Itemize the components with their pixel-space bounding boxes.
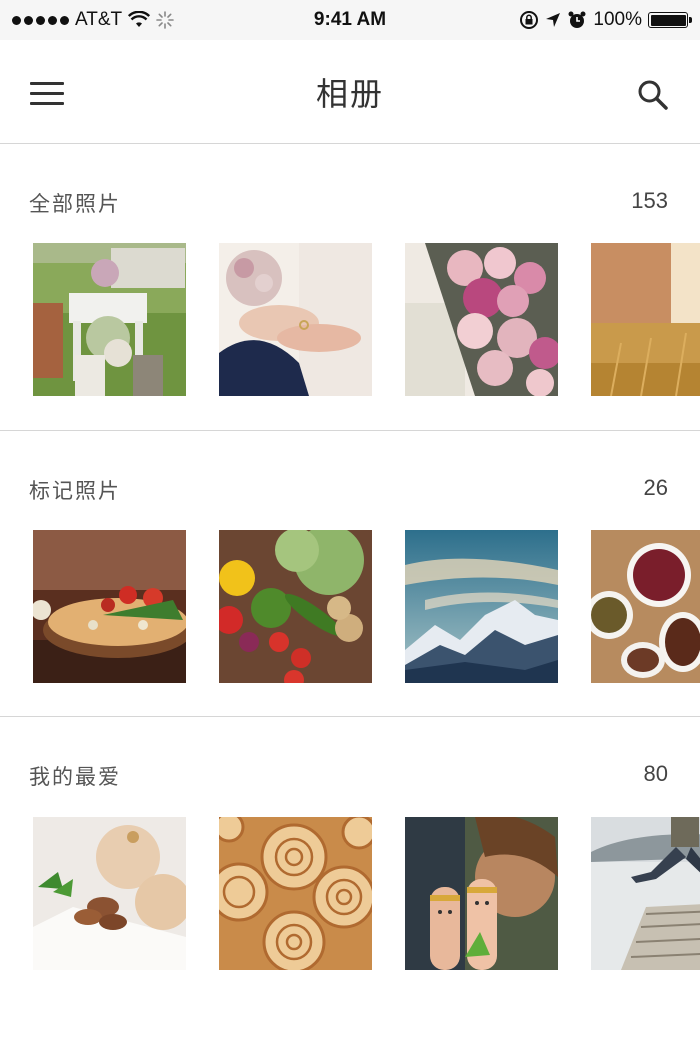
- photo-thumbnail[interactable]: [405, 243, 558, 396]
- status-bar: AT&T 9:41 AM 100%: [0, 0, 700, 40]
- album-title: 全部照片: [29, 192, 121, 216]
- battery-percentage: 100%: [593, 9, 642, 30]
- rotation-lock-icon: [520, 11, 539, 29]
- album-title: 我的最爱: [29, 765, 121, 789]
- carrier-label: AT&T: [75, 9, 123, 30]
- photo-thumbnail[interactable]: [219, 530, 372, 683]
- menu-button[interactable]: [30, 82, 66, 106]
- album-count: 26: [643, 475, 668, 500]
- album-count: 153: [631, 188, 668, 213]
- album-section-tagged-photos: 标记照片 26: [0, 475, 700, 715]
- search-icon: [638, 80, 668, 110]
- wifi-icon: [128, 11, 151, 27]
- photo-thumbnail[interactable]: [219, 817, 372, 970]
- photo-thumbnail[interactable]: [591, 243, 700, 396]
- photo-thumbnail[interactable]: [33, 243, 186, 396]
- photo-thumbnail[interactable]: [219, 243, 372, 396]
- thumbnail-row[interactable]: [0, 243, 700, 397]
- album-count: 80: [643, 761, 668, 786]
- search-button[interactable]: [636, 78, 670, 112]
- thumbnail-row[interactable]: [0, 817, 700, 971]
- status-right: 100%: [519, 9, 692, 31]
- photo-thumbnail[interactable]: [33, 530, 186, 683]
- section-divider: [0, 430, 700, 431]
- album-section-all-photos: 全部照片 153: [0, 188, 700, 428]
- album-header[interactable]: 标记照片 26: [0, 475, 700, 535]
- signal-strength-icon: [12, 15, 69, 25]
- album-section-favorites: 我的最爱 80: [0, 761, 700, 1001]
- album-title: 标记照片: [29, 479, 121, 503]
- navigation-bar: 相册: [0, 40, 700, 144]
- thumbnail-row[interactable]: [0, 530, 700, 684]
- battery-icon: [648, 12, 692, 28]
- page-title: 相册: [315, 74, 384, 113]
- photo-thumbnail[interactable]: [33, 817, 186, 970]
- photo-thumbnail[interactable]: [591, 817, 700, 970]
- photo-thumbnail[interactable]: [405, 817, 558, 970]
- album-header[interactable]: 我的最爱 80: [0, 761, 700, 821]
- photo-thumbnail[interactable]: [405, 530, 558, 683]
- photo-thumbnail[interactable]: [591, 530, 700, 683]
- activity-spinner-icon: [156, 11, 174, 29]
- alarm-clock-icon: [568, 11, 586, 28]
- status-left: AT&T: [12, 9, 174, 31]
- hamburger-menu-icon: [30, 82, 64, 85]
- section-divider: [0, 716, 700, 717]
- location-arrow-icon: [546, 13, 561, 27]
- album-header[interactable]: 全部照片 153: [0, 188, 700, 248]
